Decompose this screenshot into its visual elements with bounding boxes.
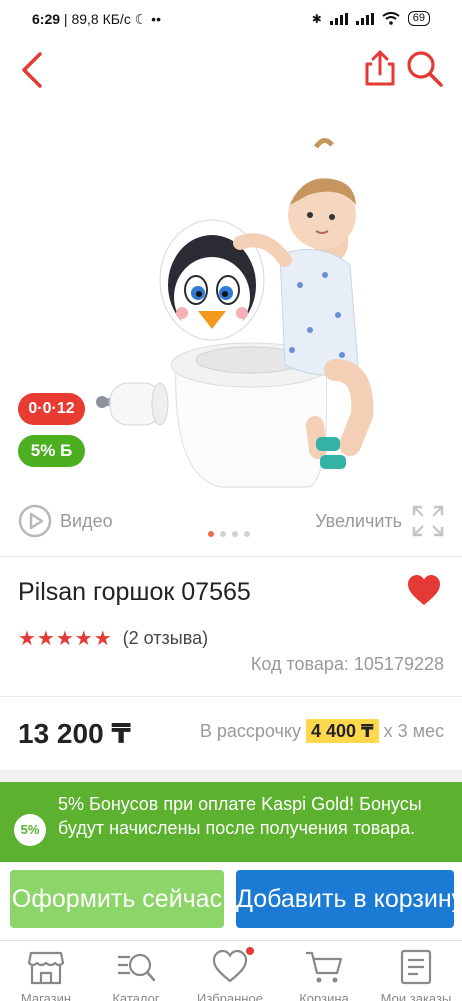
chevron-left-icon: [22, 52, 42, 88]
reviews-link[interactable]: (2 отзыва): [123, 628, 208, 649]
rating-row[interactable]: ★★★★★ (2 отзыва): [18, 626, 208, 651]
heart-icon: [408, 575, 440, 605]
signal-icon: [329, 12, 348, 25]
store-icon: [27, 951, 65, 985]
favorite-button[interactable]: [405, 572, 443, 610]
pagination-dot-4[interactable]: [244, 531, 250, 537]
battery-icon: 69: [407, 11, 430, 26]
top-app-bar: [0, 40, 462, 102]
pagination-dot-3[interactable]: [232, 531, 238, 537]
product-image[interactable]: [80, 115, 390, 505]
notification-dot: [246, 947, 254, 955]
nav-item-favorites[interactable]: Избранное: [186, 941, 274, 1001]
bluetooth-icon: ✱: [311, 11, 322, 26]
heart-outline-icon: [212, 949, 248, 983]
catalog-search-icon: [118, 953, 156, 982]
installment-suffix: x 3 мес: [383, 721, 444, 741]
bonus-badge: 5% Б: [18, 435, 85, 467]
nav-item-orders[interactable]: Мои заказы: [372, 941, 460, 1001]
search-button[interactable]: [404, 48, 446, 88]
nav-item-cart[interactable]: Корзина: [280, 941, 368, 1001]
price-row: 13 200 ₸ В рассрочку 4 400 ₸ x 3 мес: [0, 696, 462, 771]
divider: [0, 556, 462, 557]
play-icon: [18, 504, 52, 538]
video-button[interactable]: Видео: [18, 502, 113, 540]
share-button[interactable]: [362, 48, 398, 88]
cart-icon: [306, 951, 343, 983]
status-dots: ••: [151, 11, 161, 27]
zoom-button[interactable]: Увеличить: [315, 502, 444, 540]
share-icon: [365, 50, 395, 86]
buy-now-button[interactable]: Оформить сейчас: [10, 870, 224, 928]
gallery-pagination: [208, 531, 250, 537]
status-time: 6:29: [32, 11, 61, 27]
orders-icon: [400, 949, 432, 985]
status-left: 6:29 | 89,8 КБ/с ☾ ••: [32, 11, 161, 27]
installment-badge: 0·0·12: [18, 393, 85, 425]
action-bar: Оформить сейчас Добавить в корзину: [0, 862, 462, 940]
product-price: 13 200 ₸: [18, 718, 131, 749]
nav-item-catalog[interactable]: Каталог: [92, 941, 180, 1001]
section-gap: [0, 770, 462, 782]
moon-icon: ☾: [134, 11, 152, 27]
expand-icon: [412, 505, 444, 537]
zoom-label: Увеличить: [315, 510, 402, 531]
add-to-cart-button[interactable]: Добавить в корзину: [236, 870, 454, 928]
signal-icon-2: [355, 12, 374, 25]
bottom-navigation: Магазин Каталог Избранное Корзина Мои за…: [0, 940, 462, 1001]
bonus-percent-icon: 5%: [14, 814, 46, 846]
pagination-dot-2[interactable]: [220, 531, 226, 537]
wifi-icon: [382, 12, 400, 25]
back-button[interactable]: [14, 48, 54, 92]
product-gallery[interactable]: 0·0·12 5% Б: [0, 105, 462, 505]
status-right: ✱ 69: [312, 11, 430, 26]
bonus-text: 5% Бонусов при оплате Kaspi Gold! Бонусы…: [58, 794, 422, 838]
status-bar: 6:29 | 89,8 КБ/с ☾ •• ✱ 69: [0, 0, 462, 40]
bonus-banner[interactable]: 5% 5% Бонусов при оплате Kaspi Gold! Бон…: [0, 782, 462, 862]
search-icon: [407, 51, 443, 87]
product-title: Pilsan горшок 07565: [18, 578, 251, 606]
installment-prefix: В рассрочку: [199, 721, 301, 741]
pagination-dot-1[interactable]: [208, 531, 214, 537]
installment-amount: 4 400 ₸: [306, 719, 379, 743]
video-label: Видео: [60, 510, 113, 531]
nav-item-store[interactable]: Магазин: [2, 941, 90, 1001]
status-network-speed: 89,8 КБ/с: [71, 11, 131, 27]
rating-stars: ★★★★★: [18, 628, 113, 650]
installment-info[interactable]: В рассрочку 4 400 ₸ x 3 мес: [199, 719, 444, 743]
product-sku: Код товара: 105179228: [250, 654, 444, 674]
